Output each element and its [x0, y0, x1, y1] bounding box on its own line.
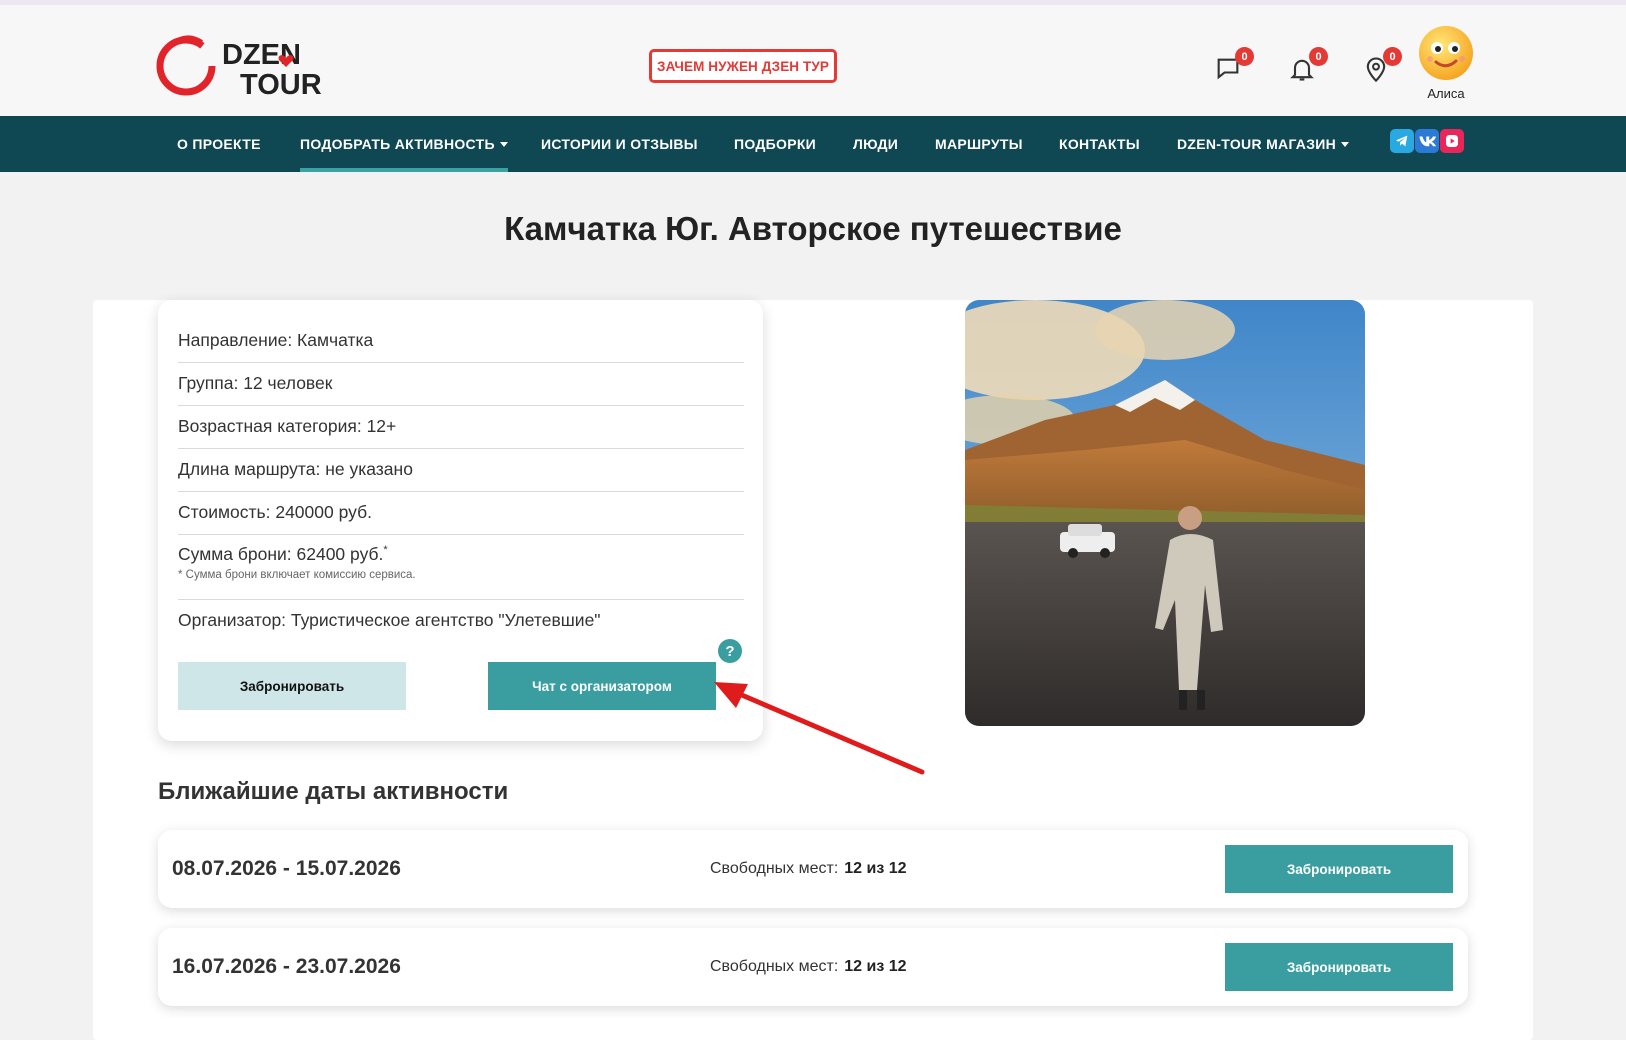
why-dzen-tour-button[interactable]: ЗАЧЕМ НУЖЕН ДЗЕН ТУР: [649, 49, 837, 83]
main-nav: О ПРОЕКТЕ ПОДОБРАТЬ АКТИВНОСТЬ ИСТОРИИ И…: [0, 116, 1626, 172]
notifications-count-badge: 0: [1309, 47, 1328, 66]
date-range: 08.07.2026 - 15.07.2026: [172, 857, 401, 880]
telegram-icon[interactable]: [1390, 129, 1414, 153]
book-date-button[interactable]: Забронировать: [1225, 943, 1453, 991]
nav-find-activity[interactable]: ПОДОБРАТЬ АКТИВНОСТЬ: [300, 116, 508, 172]
page-title: Камчатка Юг. Авторское путешествие: [504, 210, 1122, 247]
book-button[interactable]: Забронировать: [178, 662, 406, 710]
user-profile[interactable]: Алиса: [1418, 25, 1474, 105]
nav-shop[interactable]: DZEN-TOUR МАГАЗИН: [1177, 116, 1350, 172]
nav-stories[interactable]: ИСТОРИИ И ОТЗЫВЫ: [541, 116, 698, 172]
logo-text-top: DZEN: [222, 39, 301, 71]
nav-routes[interactable]: МАРШРУТЫ: [935, 116, 1023, 172]
nav-contacts[interactable]: КОНТАКТЫ: [1059, 116, 1140, 172]
free-seats-label: Свободных мест:: [710, 958, 839, 975]
nav-people[interactable]: ЛЮДИ: [853, 116, 898, 172]
info-price: Стоимость: 240000 руб.: [178, 492, 744, 535]
info-group: Группа: 12 человек: [178, 363, 744, 406]
notifications-button[interactable]: 0: [1284, 45, 1328, 89]
red-arrow-annotation: [714, 682, 925, 775]
free-seats: Свободных мест: 12 из 12: [710, 830, 907, 908]
tour-info-card: Направление: Камчатка Группа: 12 человек…: [158, 300, 763, 741]
nav-find-activity-label: ПОДОБРАТЬ АКТИВНОСТЬ: [300, 136, 495, 152]
nav-shop-label: DZEN-TOUR МАГАЗИН: [1177, 136, 1337, 152]
rutube-icon[interactable]: [1440, 129, 1464, 153]
site-header: DZEN TOUR ЗАЧЕМ НУЖЕН ДЗЕН ТУР 0 0 0 Али…: [0, 5, 1626, 116]
user-name: Алиса: [1427, 86, 1465, 101]
info-direction: Направление: Камчатка: [178, 320, 744, 363]
free-seats-value: 12 из 12: [844, 958, 907, 975]
chevron-down-icon: [499, 141, 508, 147]
messages-button[interactable]: 0: [1210, 45, 1254, 89]
nav-collections[interactable]: ПОДБОРКИ: [734, 116, 816, 172]
date-row: 08.07.2026 - 15.07.2026 Свободных мест: 1…: [158, 830, 1468, 908]
logo-text-bottom: TOUR: [240, 69, 322, 101]
deposit-note: * Сумма брони включает комиссию сервиса.: [178, 569, 416, 581]
info-age: Возрастная категория: 12+: [178, 406, 744, 449]
avatar: [1419, 26, 1473, 80]
chat-with-organizer-button[interactable]: Чат с организатором: [488, 662, 716, 710]
vk-icon[interactable]: [1415, 129, 1439, 153]
nav-about[interactable]: О ПРОЕКТЕ: [177, 116, 261, 172]
nearest-dates-title: Ближайшие даты активности: [158, 778, 509, 805]
places-count-badge: 0: [1383, 47, 1402, 66]
free-seats: Свободных мест: 12 из 12: [710, 928, 907, 1006]
free-seats-value: 12 из 12: [844, 860, 907, 877]
free-seats-label: Свободных мест:: [710, 860, 839, 877]
social-links: [1390, 129, 1464, 155]
deposit-value: Сумма брони: 62400 руб.: [178, 544, 384, 564]
tour-photo: [965, 300, 1365, 726]
messages-count-badge: 0: [1235, 47, 1254, 66]
date-row: 16.07.2026 - 23.07.2026 Свободных мест: 1…: [158, 928, 1468, 1006]
places-button[interactable]: 0: [1358, 45, 1402, 89]
info-organizer: Организатор: Туристическое агентство "Ул…: [178, 610, 601, 630]
date-range: 16.07.2026 - 23.07.2026: [172, 955, 401, 978]
info-deposit: Сумма брони: 62400 руб.* * Сумма брони в…: [178, 535, 744, 600]
book-date-button[interactable]: Забронировать: [1225, 845, 1453, 893]
info-length: Длина маршрута: не указано: [178, 449, 744, 492]
help-icon[interactable]: ?: [718, 639, 742, 663]
deposit-asterisk: *: [383, 544, 388, 557]
dzen-tour-logo[interactable]: DZEN TOUR: [154, 30, 354, 102]
chevron-down-icon: [1341, 141, 1350, 147]
